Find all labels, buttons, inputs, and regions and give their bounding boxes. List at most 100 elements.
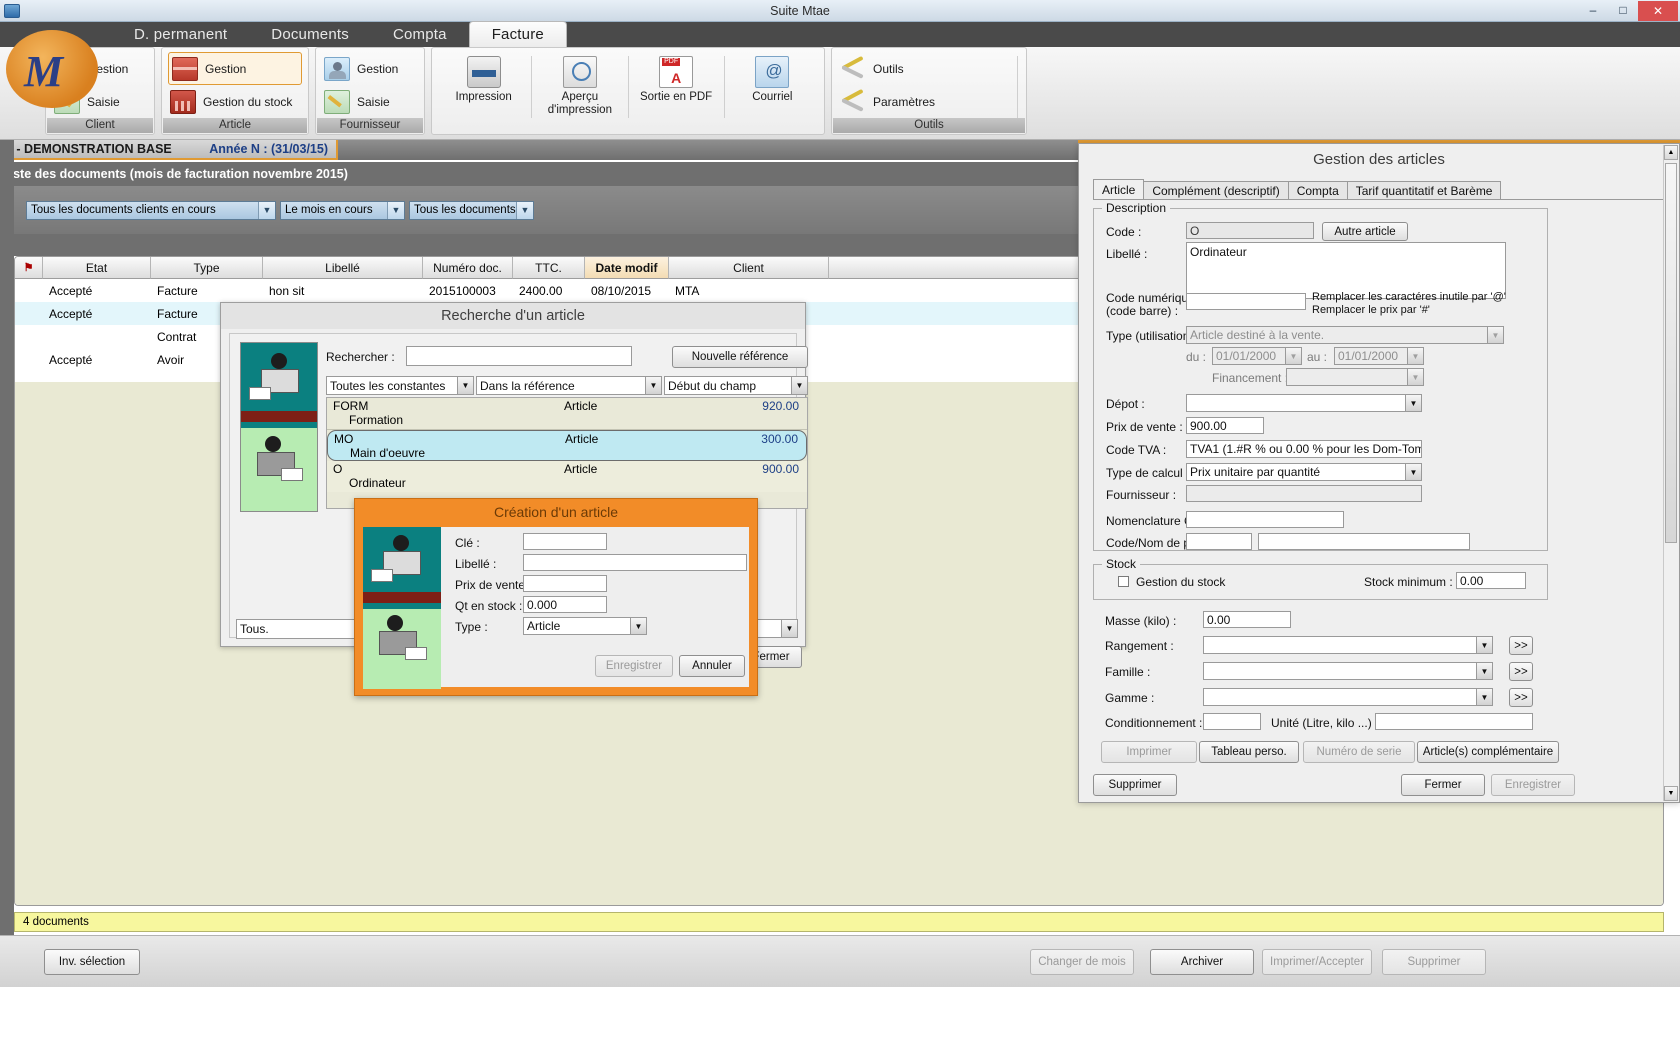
supprimer-button[interactable]: Supprimer — [1382, 949, 1486, 975]
libelle-input[interactable] — [523, 554, 747, 571]
rangement-expand-button[interactable]: >> — [1509, 636, 1533, 655]
prix-vente-input[interactable]: 900.00 — [1186, 417, 1264, 434]
ribbon-tab-documents[interactable]: Documents — [249, 22, 371, 47]
new-reference-button[interactable]: Nouvelle référence — [672, 346, 808, 368]
ribbon-item-sortie-pdf[interactable]: Sortie en PDF — [630, 52, 721, 124]
famille-expand-button[interactable]: >> — [1509, 662, 1533, 681]
imprimer-button[interactable]: Imprimer — [1101, 741, 1197, 763]
annuler-button[interactable]: Annuler — [679, 655, 745, 677]
chevron-down-icon[interactable]: ▼ — [387, 202, 404, 219]
chevron-down-icon[interactable]: ▼ — [630, 618, 646, 634]
type-select[interactable]: Article ▼ — [523, 617, 647, 635]
ribbon-tab-compta[interactable]: Compta — [371, 22, 469, 47]
tableau-perso-button[interactable]: Tableau perso. — [1199, 741, 1299, 763]
panel-fermer-button[interactable]: Fermer — [1401, 774, 1485, 796]
search-field-select[interactable]: Dans la référence ▼ — [476, 376, 662, 395]
depot-select[interactable]: ▼ — [1186, 394, 1422, 412]
fournisseur-input[interactable] — [1186, 485, 1422, 502]
base-tab[interactable]: 2 - DEMONSTRATION BASE Année N : (31/03/… — [0, 140, 338, 160]
panel-supprimer-button[interactable]: Supprimer — [1093, 774, 1177, 796]
filter-period-select[interactable]: Le mois en cours ▼ — [280, 201, 405, 220]
grid-header-client[interactable]: Client — [669, 257, 829, 279]
grid-header-libelle[interactable]: Libellé — [263, 257, 423, 279]
ribbon-item-article-gestion[interactable]: Gestion — [168, 52, 302, 85]
inv-selection-button[interactable]: Inv. sélection — [44, 949, 140, 975]
panel-scrollbar[interactable]: ▲ ▼ — [1663, 145, 1678, 801]
maximize-button[interactable]: □ — [1608, 1, 1638, 19]
grid-header-date-modif[interactable]: Date modif — [585, 257, 669, 279]
chevron-down-icon[interactable]: ▼ — [1405, 395, 1421, 411]
type-calcul-select[interactable]: Prix unitaire par quantité ▼ — [1186, 463, 1422, 481]
chevron-down-icon[interactable]: ▼ — [1285, 348, 1301, 364]
list-item[interactable]: MO Main d'oeuvre Article 300.00 — [327, 430, 807, 461]
chevron-down-icon[interactable]: ▼ — [258, 202, 275, 219]
type-utilisation-select[interactable]: Article destiné à la vente. ▼ — [1186, 326, 1504, 344]
minimize-button[interactable]: – — [1578, 1, 1608, 19]
gamme-select[interactable]: ▼ — [1203, 688, 1493, 706]
pays-code-input[interactable] — [1186, 533, 1252, 550]
ribbon-tab-facture[interactable]: Facture — [469, 21, 567, 47]
search-input[interactable] — [406, 346, 632, 366]
chevron-down-icon[interactable]: ▼ — [1476, 689, 1492, 705]
gamme-expand-button[interactable]: >> — [1509, 688, 1533, 707]
cle-input[interactable] — [523, 533, 607, 550]
chevron-down-icon[interactable]: ▼ — [645, 377, 661, 394]
unite-input[interactable] — [1375, 713, 1533, 730]
tab-tarif[interactable]: Tarif quantitatif et Barème — [1347, 181, 1502, 200]
ribbon-item-apercu[interactable]: Aperçu d'impression — [534, 52, 625, 124]
panel-enregistrer-button[interactable]: Enregistrer — [1491, 774, 1575, 796]
search-results-list[interactable]: FORM Formation Article 920.00 MO Main d'… — [326, 397, 808, 509]
autre-article-button[interactable]: Autre article — [1322, 222, 1408, 241]
chevron-down-icon[interactable]: ▼ — [1407, 369, 1423, 385]
scroll-up-icon[interactable]: ▲ — [1664, 145, 1678, 160]
au-date-select[interactable]: 01/01/2000 ▼ — [1334, 347, 1424, 365]
list-item[interactable]: O Ordinateur Article 900.00 — [327, 461, 807, 492]
qt-stock-input[interactable]: 0.000 — [523, 596, 607, 613]
cee-input[interactable] — [1186, 511, 1344, 528]
chevron-down-icon[interactable]: ▼ — [1405, 464, 1421, 480]
close-button[interactable]: ✕ — [1638, 1, 1678, 21]
changer-de-mois-button[interactable]: Changer de mois — [1030, 949, 1134, 975]
chevron-down-icon[interactable]: ▼ — [1476, 637, 1492, 653]
rangement-select[interactable]: ▼ — [1203, 636, 1493, 654]
ribbon-tab-d-permanent[interactable]: D. permanent — [112, 22, 249, 47]
ribbon-item-article-stock[interactable]: Gestion du stock — [168, 85, 302, 118]
gestion-stock-checkbox[interactable] — [1118, 576, 1129, 587]
famille-select[interactable]: ▼ — [1203, 662, 1493, 680]
ribbon-item-outils[interactable]: Outils — [838, 52, 1015, 85]
tab-complement[interactable]: Complément (descriptif) — [1143, 181, 1288, 200]
grid-header-numero[interactable]: Numéro doc. — [423, 257, 513, 279]
ribbon-item-parametres[interactable]: Paramètres — [838, 85, 1015, 118]
chevron-down-icon[interactable]: ▼ — [1407, 348, 1423, 364]
chevron-down-icon[interactable]: ▼ — [516, 202, 533, 219]
du-date-select[interactable]: 01/01/2000 ▼ — [1212, 347, 1302, 365]
tab-compta[interactable]: Compta — [1288, 181, 1348, 200]
grid-header-etat[interactable]: Etat — [43, 257, 151, 279]
financement-select[interactable]: ▼ — [1286, 368, 1424, 386]
grid-header-ttc[interactable]: TTC. — [513, 257, 585, 279]
chevron-down-icon[interactable]: ▼ — [791, 377, 807, 394]
numero-serie-button[interactable]: Numéro de serie — [1303, 741, 1415, 763]
filter-type-select[interactable]: Tous les documents ▼ — [409, 201, 534, 220]
search-mode-select[interactable]: Début du champ ▼ — [664, 376, 808, 395]
chevron-down-icon[interactable]: ▼ — [457, 377, 473, 394]
chevron-down-icon[interactable]: ▼ — [1476, 663, 1492, 679]
imprimer-accepter-button[interactable]: Imprimer/Accepter — [1262, 949, 1372, 975]
masse-input[interactable]: 0.00 — [1203, 611, 1291, 628]
code-tva-select[interactable]: TVA1 (1.#R % ou 0.00 % pour les Dom-Tom)… — [1186, 440, 1422, 458]
grid-header-type[interactable]: Type — [151, 257, 263, 279]
ribbon-item-impression[interactable]: Impression — [438, 52, 529, 124]
pays-name-input[interactable] — [1258, 533, 1470, 550]
barcode-input[interactable] — [1186, 293, 1306, 310]
archiver-button[interactable]: Archiver — [1150, 949, 1254, 975]
prix-input[interactable] — [523, 575, 607, 592]
conditionnement-input[interactable] — [1203, 713, 1261, 730]
ribbon-item-fournisseur-saisie[interactable]: Saisie — [322, 85, 418, 118]
scroll-thumb[interactable] — [1665, 163, 1677, 543]
tab-article[interactable]: Article — [1093, 179, 1144, 200]
list-item[interactable]: FORM Formation Article 920.00 — [327, 398, 807, 429]
scroll-down-icon[interactable]: ▼ — [1664, 786, 1678, 801]
stock-min-input[interactable]: 0.00 — [1456, 572, 1526, 589]
ribbon-item-fournisseur-gestion[interactable]: Gestion — [322, 52, 418, 85]
filter-documents-select[interactable]: Tous les documents clients en cours ▼ — [26, 201, 276, 220]
